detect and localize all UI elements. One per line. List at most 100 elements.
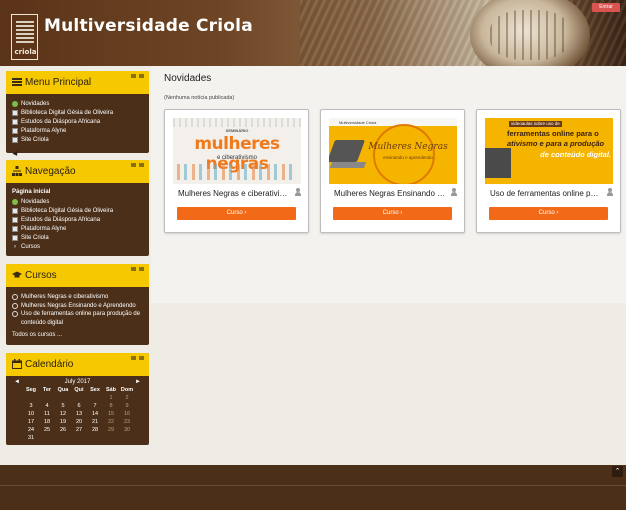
calendar-next-month[interactable]: ► xyxy=(135,378,141,386)
no-news-text: (Nenhuma notícia publicada) xyxy=(164,95,235,101)
page-icon xyxy=(12,225,18,232)
nav-item-site-criola[interactable]: Site Criola xyxy=(12,233,143,242)
calendar-day[interactable]: 28 xyxy=(87,426,103,434)
calendar-day[interactable]: 31 xyxy=(23,434,39,442)
calendar-weekday: Ter xyxy=(42,387,52,393)
block-controls-icon[interactable] xyxy=(131,74,144,78)
back-to-top-button[interactable]: ⌃ xyxy=(612,466,623,477)
calendar-day[interactable]: 23 xyxy=(119,418,135,426)
site-footer xyxy=(0,465,626,510)
teacher-icon xyxy=(295,188,301,196)
calendar-day[interactable]: 8 xyxy=(103,402,119,410)
calendar-day xyxy=(23,394,39,402)
course-image-ensinando[interactable]: Multiversidade Criola Mulheres Negras en… xyxy=(329,118,457,184)
calendar-day[interactable]: 25 xyxy=(39,426,55,434)
site-title[interactable]: Multiversidade Criola xyxy=(44,16,253,36)
calendar-day[interactable]: 5 xyxy=(55,402,71,410)
calendar-day[interactable]: 24 xyxy=(23,426,39,434)
course-card-title[interactable]: Uso de ferramentas online para produção … xyxy=(490,189,602,198)
main-menu-item-estudos[interactable]: Estudos da Diáspora Africana xyxy=(12,117,143,126)
calendar-day[interactable]: 26 xyxy=(55,426,71,434)
calendar-icon xyxy=(12,359,22,369)
calendar-day[interactable]: 1 xyxy=(103,394,119,402)
chevron-right-icon: › xyxy=(14,243,16,250)
calendar-weekday: Dom xyxy=(120,387,134,393)
calendar-day[interactable]: 17 xyxy=(23,418,39,426)
block-controls-icon[interactable] xyxy=(131,163,144,167)
courses-title: Cursos xyxy=(25,270,57,281)
course-link-ciberativismo[interactable]: Mulheres Negras e ciberativismo xyxy=(12,292,143,301)
footer-divider xyxy=(0,485,626,486)
calendar-prev-month[interactable]: ◄ xyxy=(14,378,20,386)
nav-item-novidades[interactable]: Novidades xyxy=(12,197,143,206)
calendar-day[interactable]: 11 xyxy=(39,410,55,418)
nav-item-estudos[interactable]: Estudos da Diáspora Africana xyxy=(12,215,143,224)
course-link-ensinando[interactable]: Mulheres Negras Ensinando e Aprendendo xyxy=(12,301,143,310)
course-button[interactable]: Curso › xyxy=(489,207,608,220)
navigation-title: Navegação xyxy=(25,166,76,177)
nav-home-link[interactable]: Página inicial xyxy=(12,188,143,197)
calendar-weekday: Qui xyxy=(74,387,84,393)
nav-item-alyne[interactable]: Plataforma Alyne xyxy=(12,224,143,233)
course-card-title[interactable]: Mulheres Negras e ciberativismo xyxy=(178,189,290,198)
calendar-day[interactable]: 30 xyxy=(119,426,135,434)
site-header: criola Multiversidade Criola xyxy=(0,0,626,66)
calendar-day[interactable]: 14 xyxy=(87,410,103,418)
block-controls-icon[interactable] xyxy=(131,356,144,360)
calendar-day[interactable]: 6 xyxy=(71,402,87,410)
login-button[interactable]: Entrar xyxy=(592,3,620,12)
calendar-day[interactable]: 7 xyxy=(87,402,103,410)
nav-item-cursos[interactable]: › Cursos xyxy=(12,242,143,251)
main-menu-item-novidades[interactable]: Novidades xyxy=(12,99,143,108)
calendar-day[interactable]: 13 xyxy=(71,410,87,418)
main-menu-header: Menu Principal xyxy=(6,71,149,94)
site-logo[interactable]: criola xyxy=(11,14,38,60)
calendar-day[interactable]: 21 xyxy=(87,418,103,426)
block-controls-icon[interactable] xyxy=(131,267,144,271)
course-image-ciberativismo[interactable]: SEMINÁRIO mulheres negras e ciberativism… xyxy=(173,118,301,184)
calendar-weekday: Qua xyxy=(57,387,69,393)
calendar-day[interactable]: 20 xyxy=(71,418,87,426)
calendar-day[interactable]: 10 xyxy=(23,410,39,418)
course-card-ciberativismo[interactable]: SEMINÁRIO mulheres negras e ciberativism… xyxy=(164,109,309,233)
main-menu-item-biblioteca[interactable]: Biblioteca Digital Gésia de Oliveira xyxy=(12,108,143,117)
laptop-image xyxy=(329,162,367,168)
calendar-day[interactable]: 18 xyxy=(39,418,55,426)
main-menu-item-site-criola[interactable]: Site Criola xyxy=(12,135,143,144)
course-icon xyxy=(12,311,18,317)
calendar-day xyxy=(71,394,87,402)
calendar-day[interactable]: 15 xyxy=(103,410,119,418)
calendar-weekday: Sáb xyxy=(105,387,117,393)
page-icon xyxy=(12,234,18,241)
calendar-day[interactable]: 29 xyxy=(103,426,119,434)
nav-item-biblioteca[interactable]: Biblioteca Digital Gésia de Oliveira xyxy=(12,206,143,215)
decorative-icons xyxy=(173,118,301,127)
calendar-day[interactable]: 22 xyxy=(103,418,119,426)
courses-header: Cursos xyxy=(6,264,149,287)
page-icon xyxy=(12,127,18,134)
calendar-day[interactable]: 16 xyxy=(119,410,135,418)
menu-bars-icon xyxy=(12,78,22,86)
course-button[interactable]: Curso › xyxy=(177,207,296,220)
calendar-day[interactable]: 2 xyxy=(119,394,135,402)
calendar-day[interactable]: 19 xyxy=(55,418,71,426)
course-card-ensinando[interactable]: Multiversidade Criola Mulheres Negras en… xyxy=(320,109,465,233)
calendar-weekday: Sex xyxy=(90,387,100,393)
calendar-day[interactable]: 3 xyxy=(23,402,39,410)
course-card-ferramentas[interactable]: videoaulas sobre uso de ferramentas onli… xyxy=(476,109,621,233)
course-image-ferramentas[interactable]: videoaulas sobre uso de ferramentas onli… xyxy=(485,118,613,184)
course-link-ferramentas[interactable]: Uso de ferramentas online para produção … xyxy=(12,310,143,328)
calendar-day[interactable]: 9 xyxy=(119,402,135,410)
all-courses-link[interactable]: Todos os cursos ... xyxy=(12,332,143,338)
course-button[interactable]: Curso › xyxy=(333,207,452,220)
calendar-day[interactable]: 12 xyxy=(55,410,71,418)
course-card-title[interactable]: Mulheres Negras Ensinando e Aprendendo xyxy=(334,189,446,198)
main-menu-item-alyne[interactable]: Plataforma Alyne xyxy=(12,126,143,135)
courses-block: Cursos Mulheres Negras e ciberativismo M… xyxy=(6,264,149,345)
calendar-day xyxy=(39,434,55,442)
page-icon xyxy=(12,207,18,214)
page-icon xyxy=(12,216,18,223)
calendar-weekday: Seg xyxy=(25,387,37,393)
calendar-day[interactable]: 27 xyxy=(71,426,87,434)
calendar-day[interactable]: 4 xyxy=(39,402,55,410)
